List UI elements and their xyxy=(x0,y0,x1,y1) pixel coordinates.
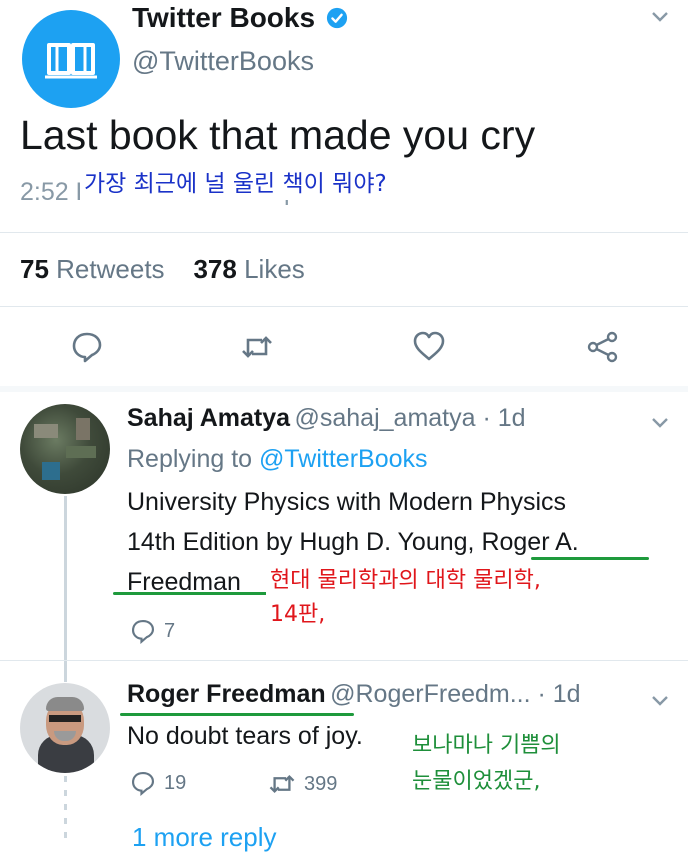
account-name-row: Twitter Books xyxy=(132,2,348,34)
replying-to: Replying to @TwitterBooks xyxy=(127,445,428,474)
translation-annotation: 현대 물리학과의 대학 물리학, 14판, xyxy=(266,564,545,632)
reply-button[interactable]: 19 xyxy=(130,770,186,796)
thread-dot xyxy=(64,790,67,796)
tweet-text: Last book that made you cry xyxy=(20,112,536,158)
heart-icon xyxy=(413,331,445,361)
reply-count: 7 xyxy=(164,619,176,642)
reply-header: Sahaj Amatya @sahaj_amatya · 1d xyxy=(127,404,526,433)
twitter-books-avatar[interactable] xyxy=(22,10,120,108)
annotation-line: 현대 물리학과의 대학 물리학, xyxy=(270,568,541,593)
retweets-label[interactable]: Retweets xyxy=(56,254,164,284)
divider xyxy=(0,660,688,661)
replying-to-link[interactable]: @TwitterBooks xyxy=(259,445,427,473)
highlight-underline xyxy=(113,592,273,595)
reply-author-name[interactable]: Roger Freedman xyxy=(127,680,326,708)
annotation-line: 보나마나 기쁨의 xyxy=(412,733,561,758)
likes-count[interactable]: 378 xyxy=(193,254,236,284)
divider xyxy=(0,306,688,307)
share-icon xyxy=(587,331,618,363)
roger-freedman-avatar[interactable] xyxy=(20,683,110,773)
reply-text-line: 14th Edition by Hugh D. Young, Roger A. xyxy=(127,522,667,562)
retweet-count: 399 xyxy=(304,772,338,795)
reply-button[interactable] xyxy=(70,330,104,369)
reply-text-line: University Physics with Modern Physics xyxy=(127,488,567,516)
reply-handle-time[interactable]: @sahaj_amatya · 1d xyxy=(295,404,526,432)
replying-prefix: Replying to xyxy=(127,445,253,473)
more-replies-link[interactable]: 1 more reply xyxy=(132,822,277,853)
retweets-count[interactable]: 75 xyxy=(20,254,49,284)
verified-badge-icon xyxy=(326,7,347,29)
chevron-down-icon[interactable] xyxy=(650,4,670,30)
retweet-button[interactable] xyxy=(240,330,274,369)
thread-dot xyxy=(64,818,67,824)
sahaj-amatya-avatar[interactable] xyxy=(20,404,110,494)
reply-handle-time[interactable]: @RogerFreedm... · 1d xyxy=(330,680,580,708)
like-button[interactable] xyxy=(412,330,446,369)
account-handle[interactable]: @TwitterBooks xyxy=(132,46,314,77)
share-button[interactable] xyxy=(586,330,620,369)
thread-dot xyxy=(64,776,67,782)
reply-author-name[interactable]: Sahaj Amatya xyxy=(127,404,290,432)
retweet-icon xyxy=(242,336,272,358)
reply-text-segment: Roger A. xyxy=(481,528,579,556)
section-separator xyxy=(0,386,688,392)
tweet-stats: 75 Retweets 378 Likes xyxy=(20,254,305,285)
divider xyxy=(0,232,688,233)
reply-header: Roger Freedman @RogerFreedm... · 1d xyxy=(127,680,581,709)
account-name[interactable]: Twitter Books xyxy=(132,2,315,33)
reply-icon xyxy=(131,619,155,644)
thread-line xyxy=(64,496,67,682)
reply-button[interactable]: 7 xyxy=(130,618,175,644)
thread-dot xyxy=(64,832,67,838)
thread-dot xyxy=(64,804,67,810)
likes-label[interactable]: Likes xyxy=(244,254,305,284)
open-book-icon xyxy=(45,43,97,79)
annotation-line: 눈물이었겠군, xyxy=(412,769,541,794)
annotation-line: 14판, xyxy=(270,602,326,627)
chevron-down-icon[interactable] xyxy=(650,688,670,714)
reply-count: 19 xyxy=(164,771,187,794)
chevron-down-icon[interactable] xyxy=(650,410,670,436)
reply-icon xyxy=(131,771,155,796)
reply-icon xyxy=(72,332,102,363)
reply-text-segment: 14th Edition by Hugh D. Young, xyxy=(127,528,482,556)
reply-text: No doubt tears of joy. xyxy=(127,722,363,750)
translation-annotation: 보나마나 기쁨의 눈물이었겠군, xyxy=(406,728,567,800)
translation-annotation: 가장 최근에 널 울린 책이 뭐야? xyxy=(80,162,391,200)
retweet-icon xyxy=(269,774,295,794)
retweet-button[interactable]: 399 xyxy=(268,770,337,798)
highlight-underline xyxy=(531,557,649,560)
